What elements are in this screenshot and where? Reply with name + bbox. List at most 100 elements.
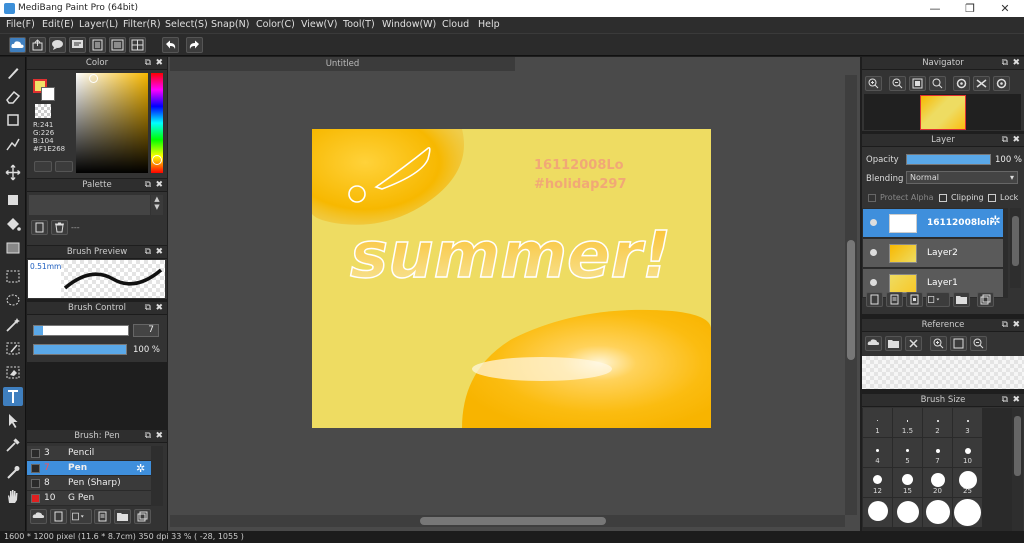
maximize-button[interactable]: ❐ [953,0,987,17]
brush-item[interactable]: 3 Pencil [27,446,151,461]
zoom-in-button[interactable] [865,76,882,91]
menu-cloud[interactable]: Cloud [442,19,469,30]
layer-row-selected[interactable]: 16112008loli ✲ [863,209,1003,238]
message-button[interactable] [69,37,86,53]
eye-icon[interactable] [870,279,877,286]
brush-size-scroll-thumb[interactable] [1014,416,1021,476]
gradient-tool[interactable] [3,239,23,258]
magic-wand-tool[interactable] [3,315,23,334]
menu-select[interactable]: Select(S) [165,19,208,30]
layer-scrollbar[interactable] [1010,208,1021,288]
reset-view-button[interactable] [973,76,990,91]
size-cell[interactable]: 20 [923,468,952,497]
brush-item[interactable]: 8 Pen (Sharp) [27,476,151,491]
brush-item[interactable]: 10 G Pen [27,491,151,506]
size-cell[interactable]: 1 [863,408,892,437]
lasso-tool[interactable] [3,291,23,310]
brush-opacity-slider[interactable] [33,344,127,355]
actual-size-button[interactable] [929,76,946,91]
reference-canvas[interactable] [862,356,1024,389]
menu-edit[interactable]: Edit(E) [42,19,74,30]
transparent-swatch[interactable] [35,104,51,118]
fill-rect-tool[interactable] [3,191,23,210]
size-cell[interactable]: 10 [953,438,982,467]
document-tab[interactable]: Untitled [170,57,515,71]
size-cell[interactable]: 25 [953,468,982,497]
operation-tool[interactable] [3,411,23,430]
line-tool[interactable] [3,135,23,154]
size-cell[interactable] [893,498,922,527]
new-brush-button[interactable] [50,509,67,524]
comment-button[interactable] [49,37,66,53]
color-add-button[interactable] [55,161,73,172]
grid-button[interactable] [129,37,146,53]
eye-icon[interactable] [870,219,877,226]
artwork-canvas[interactable]: 16112008Lo #holidap297 summer! [312,129,711,428]
picker-cursor[interactable] [89,74,98,83]
layer-opacity-slider[interactable] [906,154,991,165]
color-mode-button[interactable] [34,161,52,172]
navigator-thumbnail[interactable] [920,95,966,130]
bucket-tool[interactable] [3,215,23,234]
undo-button[interactable] [162,37,179,53]
secondary-color-swatch[interactable] [41,87,55,101]
eye-icon[interactable] [870,249,877,256]
size-cell[interactable] [923,498,952,527]
size-cell[interactable]: 15 [893,468,922,497]
new-halftone-layer-button[interactable] [886,292,903,307]
reference-zoom-in-button[interactable] [930,336,947,351]
vertical-scroll-thumb[interactable] [847,240,855,360]
close-panel-icon[interactable]: ✖ [155,57,163,70]
close-panel-icon[interactable]: ✖ [1012,57,1020,70]
select-tool[interactable] [3,267,23,286]
size-cell[interactable]: 7 [923,438,952,467]
duplicate-layer-button[interactable] [977,292,994,307]
redo-button[interactable] [186,37,203,53]
select-eraser-tool[interactable] [3,363,23,382]
menu-snap[interactable]: Snap(N) [211,19,249,30]
blending-select[interactable]: Normal ▾ [906,171,1018,184]
cloud-button[interactable] [9,37,26,53]
add-brush-button[interactable] [30,509,47,524]
menu-tool[interactable]: Tool(T) [343,19,375,30]
horizontal-scroll-thumb[interactable] [420,517,606,525]
menu-filter[interactable]: Filter(R) [123,19,161,30]
fit-button[interactable] [909,76,926,91]
close-panel-icon[interactable]: ✖ [155,179,163,192]
menu-window[interactable]: Window(W) [382,19,436,30]
list-button[interactable] [109,37,126,53]
close-panel-icon[interactable]: ✖ [155,302,163,315]
gear-icon[interactable]: ✲ [990,214,1001,229]
hue-handle[interactable] [152,155,162,165]
select-pen-tool[interactable] [3,339,23,358]
brush-options-button[interactable] [70,509,92,524]
brush-size-scrollbar[interactable] [1012,408,1023,531]
size-cell[interactable] [953,498,982,527]
reference-open-button[interactable] [885,336,902,351]
rotate-left-button[interactable] [953,76,970,91]
menu-layer[interactable]: Layer(L) [79,19,118,30]
palette-swatches[interactable] [29,195,150,215]
add-layer-dropdown[interactable] [926,292,950,307]
lock-checkbox[interactable] [988,194,996,202]
size-cell[interactable]: 4 [863,438,892,467]
layer-scroll-thumb[interactable] [1012,216,1019,266]
brush-duplicate-button[interactable] [134,509,151,524]
reference-fit-button[interactable] [950,336,967,351]
float-icon[interactable]: ⧉ [145,179,151,192]
shape-tool[interactable] [3,111,23,130]
brush-size-value[interactable]: 7 [133,324,159,337]
brush-settings-button[interactable] [94,509,111,524]
reference-zoom-out-button[interactable] [970,336,987,351]
eraser-tool[interactable] [3,87,23,106]
layer-row[interactable]: Layer2 [863,239,1003,268]
menu-color[interactable]: Color(C) [256,19,295,30]
layer-folder-button[interactable] [953,292,970,307]
zoom-out-button[interactable] [889,76,906,91]
close-panel-icon[interactable]: ✖ [1012,134,1020,147]
size-cell[interactable]: 5 [893,438,922,467]
float-icon[interactable]: ⧉ [1002,319,1008,332]
protect-alpha-checkbox[interactable] [868,194,876,202]
menu-help[interactable]: Help [478,19,500,30]
brush-tool[interactable] [3,63,23,82]
